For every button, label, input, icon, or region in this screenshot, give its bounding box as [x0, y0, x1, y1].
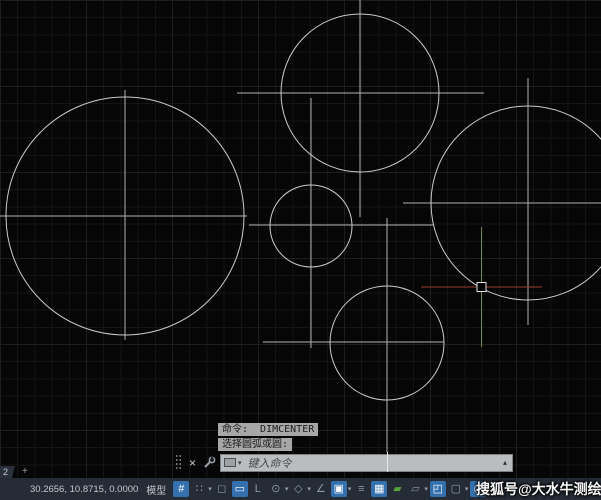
selection-filter-dropdown-icon[interactable]: ▾ — [465, 485, 469, 493]
status-toggle-icons: #∷▾◻▭L⊙▾◇▾∠▣▾≡▦▰▱▾◰▢▾◎▾ — [172, 478, 492, 500]
osnap-3d-icon[interactable]: ▱ — [407, 481, 423, 497]
selection-filter-icon[interactable]: ▢ — [448, 481, 464, 497]
command-bar: × ▾ 键入命令 ▴ — [175, 452, 513, 473]
selection-cycling-icon[interactable]: ▰ — [389, 481, 405, 497]
command-history-line-2: 选择圆弧或圆: — [218, 438, 292, 451]
transparency-icon[interactable]: ▦ — [371, 481, 387, 497]
polar-tracking-icon[interactable]: ⊙ — [268, 481, 284, 497]
drawing-entities — [0, 0, 601, 478]
customize-wrench-icon[interactable] — [203, 456, 216, 469]
isodraft-dropdown-icon[interactable]: ▾ — [307, 485, 311, 493]
object-snap-dropdown-icon[interactable]: ▾ — [348, 485, 352, 493]
cursor-coordinates: 30.2656, 10.8715, 0.0000 — [30, 484, 138, 495]
watermark-text: 搜狐号@大水牛测绘 — [476, 479, 601, 499]
centerline-over-command-bar — [387, 452, 388, 472]
scroll-up-icon[interactable]: ▴ — [503, 458, 507, 467]
lineweight-icon[interactable]: ≡ — [353, 481, 369, 497]
command-history-line-1: 命令: DIMCENTER — [218, 423, 318, 436]
osnap-3d-dropdown-icon[interactable]: ▾ — [424, 485, 428, 493]
model-space-button[interactable]: 模型 — [146, 482, 166, 497]
command-bar-drag-handle[interactable] — [175, 454, 182, 471]
polar-tracking-dropdown-icon[interactable]: ▾ — [285, 485, 289, 493]
snap-mode-dropdown-icon[interactable]: ▾ — [208, 485, 212, 493]
command-input-placeholder: 键入命令 — [248, 455, 292, 471]
isodraft-icon[interactable]: ◇ — [290, 481, 306, 497]
object-snap-icon[interactable]: ▣ — [331, 481, 347, 497]
new-layout-button[interactable]: + — [22, 467, 28, 477]
dynamic-input-icon[interactable]: ▭ — [232, 481, 248, 497]
ortho-mode-icon[interactable]: L — [250, 481, 266, 497]
drawing-canvas[interactable] — [0, 0, 601, 478]
layout-tab[interactable]: 2 — [0, 466, 15, 478]
infer-constraints-icon[interactable]: ◻ — [214, 481, 230, 497]
dynamic-ucs-icon[interactable]: ◰ — [430, 481, 446, 497]
layout-tabs: 2 + — [0, 466, 28, 478]
recent-commands-icon[interactable] — [224, 458, 236, 467]
snap-mode-icon[interactable]: ∷ — [191, 481, 207, 497]
cad-application-window: 命令: DIMCENTER 选择圆弧或圆: × ▾ 键入命令 ▴ 2 + 30.… — [0, 0, 601, 500]
close-icon[interactable]: × — [189, 457, 196, 469]
osnap-tracking-icon[interactable]: ∠ — [313, 481, 329, 497]
chevron-down-icon[interactable]: ▾ — [238, 459, 242, 467]
command-input[interactable]: ▾ 键入命令 ▴ — [220, 454, 513, 472]
grid-icon[interactable]: # — [173, 481, 189, 497]
